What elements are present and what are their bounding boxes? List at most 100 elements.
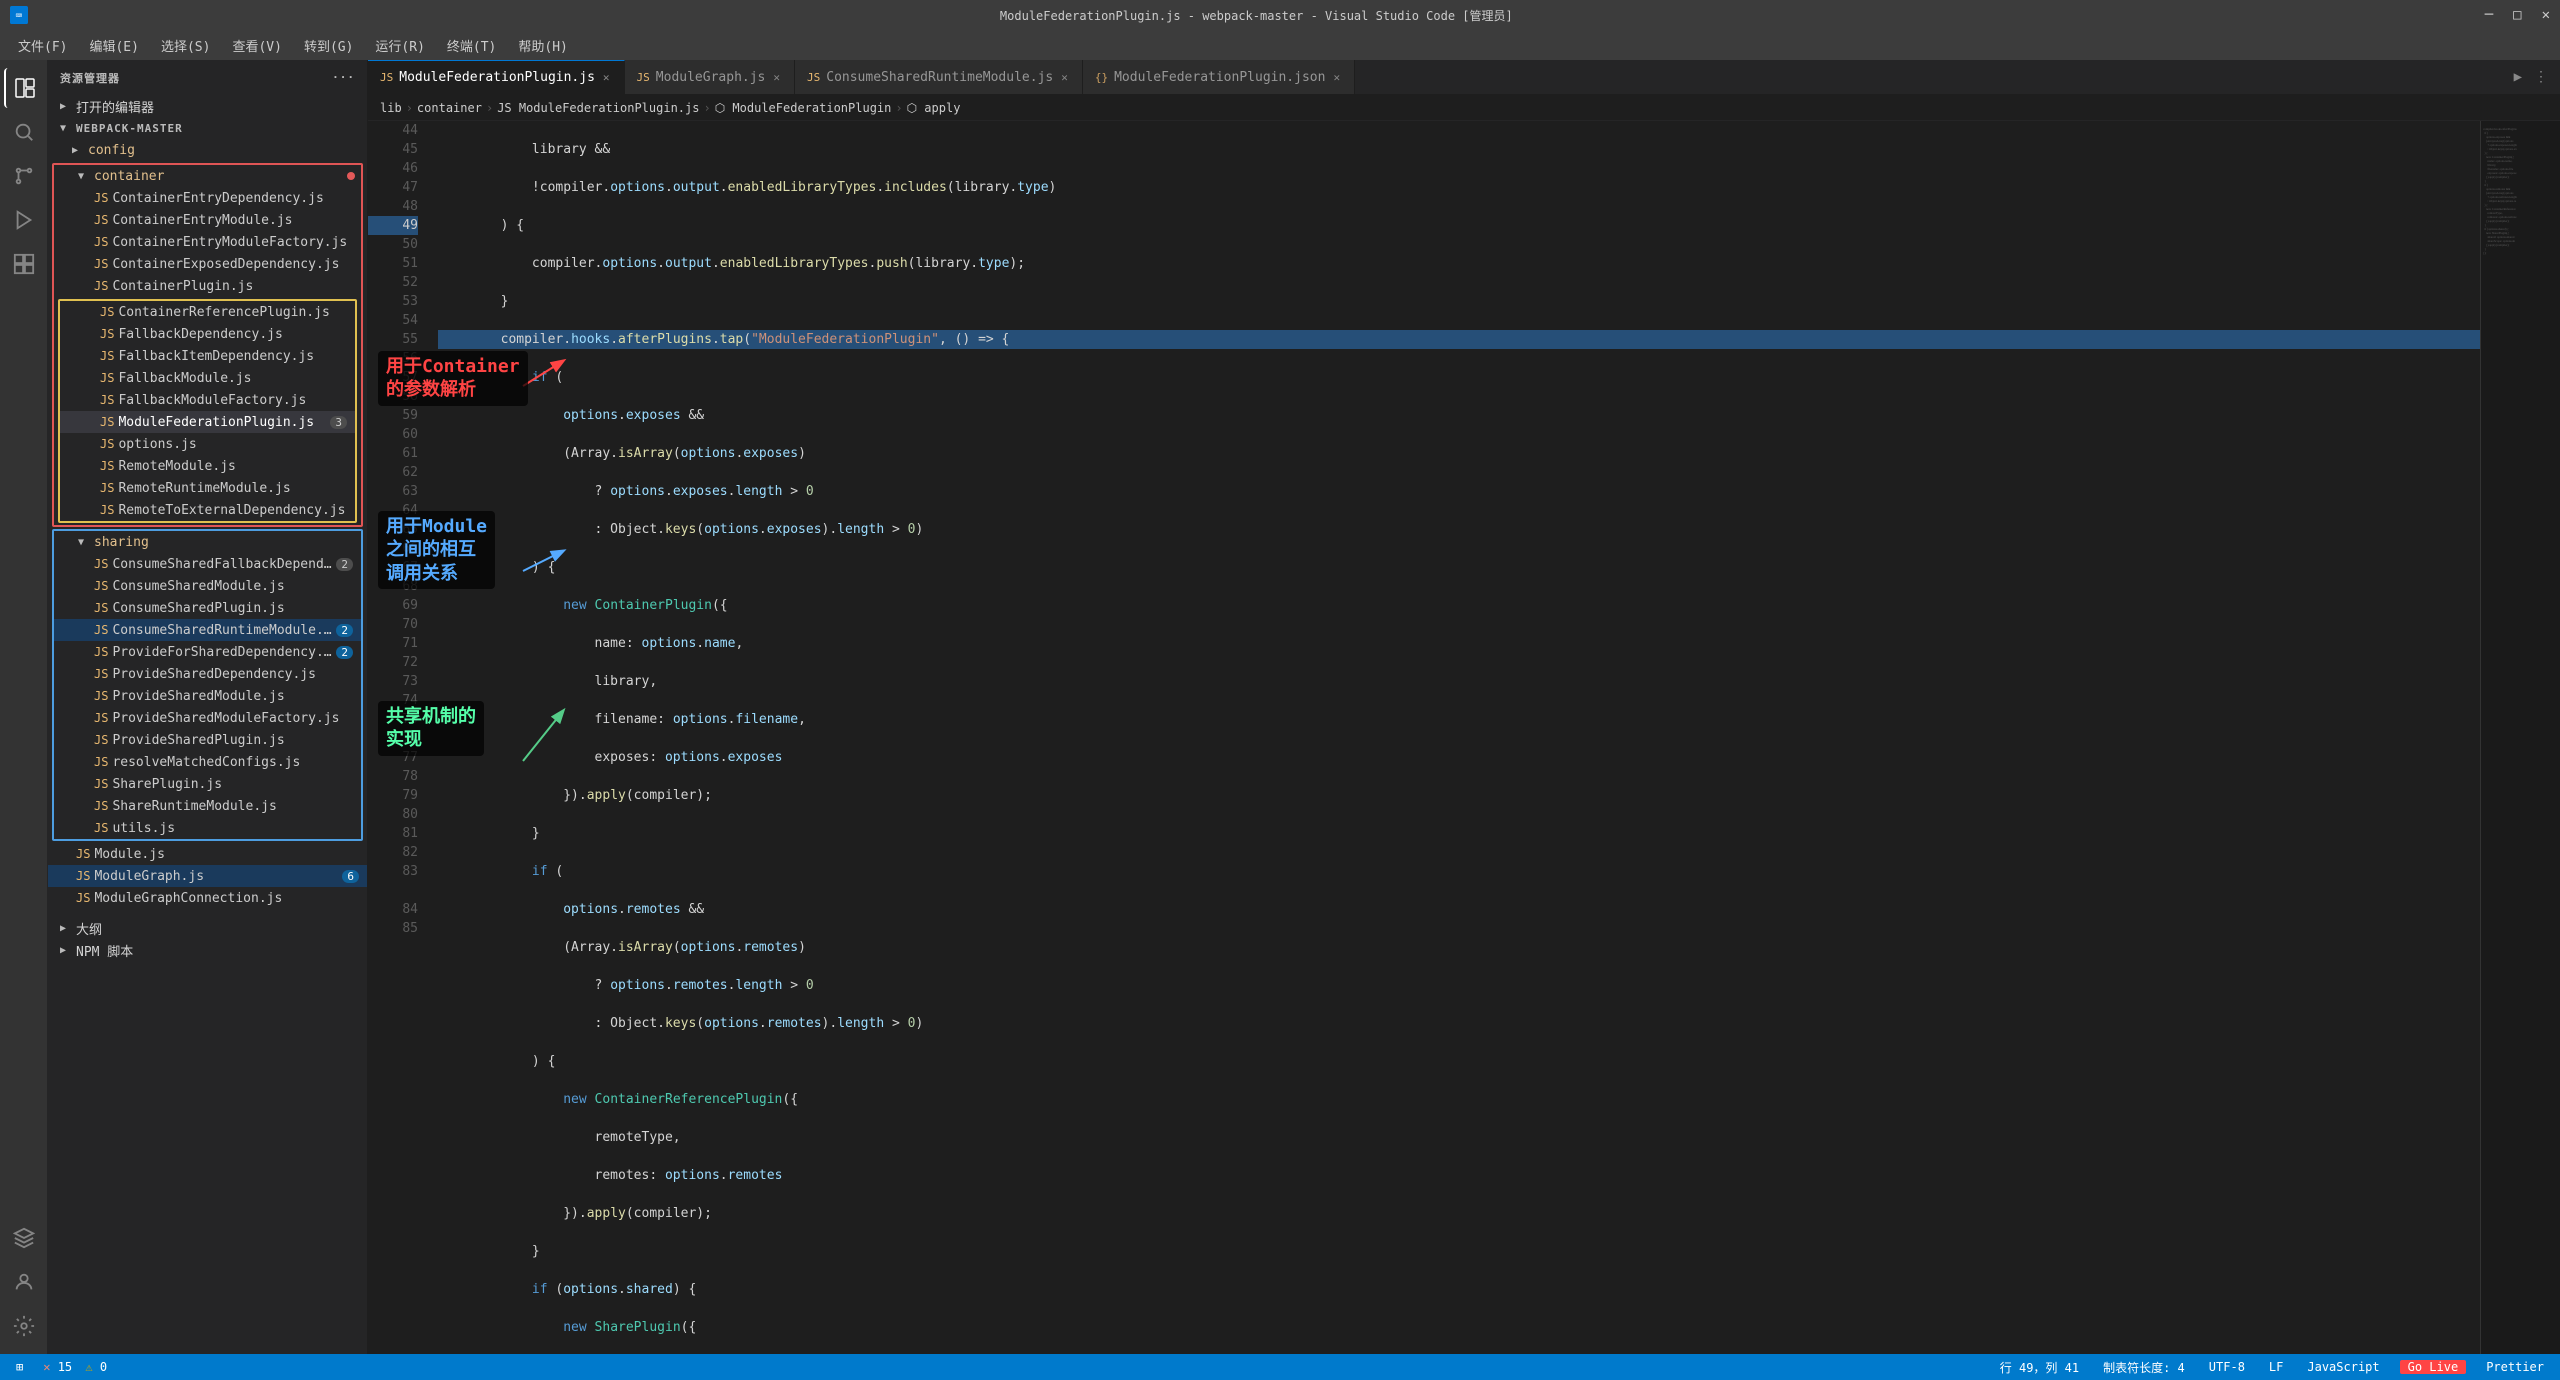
activity-remote[interactable] [4,1218,44,1258]
activity-extensions[interactable] [4,244,44,284]
sidebar-item-config[interactable]: ▶ config [48,139,367,161]
sidebar-item-outline[interactable]: ▶ 大纲 [48,917,367,939]
sidebar-file-RemoteModule[interactable]: JS RemoteModule.js [60,455,355,477]
statusbar-language[interactable]: JavaScript [2303,1360,2383,1374]
breadcrumb-method[interactable]: ⬡ apply [907,101,961,115]
sidebar-item-open-editors[interactable]: ▶ 打开的编辑器 [48,95,367,117]
sidebar-file-ConsumeSharedFallback[interactable]: JS ConsumeSharedFallbackDependency.js 2 [54,553,361,575]
tab-close-button[interactable]: ✕ [601,69,612,86]
menu-file[interactable]: 文件(F) [8,32,77,59]
sidebar-file-SharePlugin[interactable]: JS SharePlugin.js [54,773,361,795]
sidebar-file-ProvideSharedDependency[interactable]: JS ProvideSharedDependency.js [54,663,361,685]
js-icon: JS [637,71,650,84]
titlebar-controls[interactable]: ─ □ ✕ [2485,7,2550,23]
sidebar-file-ModuleGraphConnection[interactable]: JS ModuleGraphConnection.js [48,887,367,909]
code-editor: 4445464748 49 5051525354 5556575859 6061… [368,121,2560,1354]
sidebar-item-container[interactable]: ▼ container [54,165,361,187]
breadcrumb-container[interactable]: container [417,101,482,115]
sidebar-file-RemoteToExternalDependency[interactable]: JS RemoteToExternalDependency.js [60,499,355,521]
statusbar-position[interactable]: 行 49，列 41 [1996,1359,2083,1376]
menu-help[interactable]: 帮助(H) [508,32,577,59]
statusbar-errors[interactable]: ✕ 15 ⚠ 0 [39,1360,111,1374]
tab-ConsumeSharedRuntime[interactable]: JS ConsumeSharedRuntimeModule.js ✕ [795,60,1083,95]
code-content[interactable]: library && !compiler.options.output.enab… [428,121,2480,1354]
breadcrumb-file[interactable]: JS ModuleFederationPlugin.js [497,101,699,115]
sidebar-file-RemoteRuntimeModule[interactable]: JS RemoteRuntimeModule.js [60,477,355,499]
menu-run[interactable]: 运行(R) [365,32,434,59]
activity-accounts[interactable] [4,1262,44,1302]
menu-terminal[interactable]: 终端(T) [437,32,506,59]
vscode-logo-icon: ⌨ [10,6,28,24]
sidebar-file-ContainerEntryModule[interactable]: JS ContainerEntryModule.js [54,209,361,231]
sidebar-file-ContainerEntryModuleFactory[interactable]: JS ContainerEntryModuleFactory.js [54,231,361,253]
statusbar-golive[interactable]: Go Live [2400,1360,2467,1374]
sidebar-item-sharing[interactable]: ▼ sharing [54,531,361,553]
sidebar-file-ContainerReferencePlugin[interactable]: JS ContainerReferencePlugin.js [60,301,355,323]
activity-settings[interactable] [4,1306,44,1346]
sidebar-file-ProvideSharedPlugin[interactable]: JS ProvideSharedPlugin.js [54,729,361,751]
statusbar-remote[interactable]: ⊞ [12,1360,27,1374]
activity-source-control[interactable] [4,156,44,196]
js-file-icon: JS [100,305,114,319]
activity-search[interactable] [4,112,44,152]
file-label: FallbackItemDependency.js [118,349,314,364]
run-button[interactable]: ▶ [2510,65,2526,89]
sidebar-file-FallbackModuleFactory[interactable]: JS FallbackModuleFactory.js [60,389,355,411]
sidebar-file-utils[interactable]: JS utils.js [54,817,361,839]
js-file-icon: JS [94,689,108,703]
minimize-button[interactable]: ─ [2485,7,2493,23]
sidebar-file-ConsumeSharedModule[interactable]: JS ConsumeSharedModule.js [54,575,361,597]
sidebar-file-ConsumeSharedRuntime[interactable]: JS ConsumeSharedRuntimeModule.js 2 [54,619,361,641]
sidebar-file-FallbackModule[interactable]: JS FallbackModule.js [60,367,355,389]
sidebar-file-ProvideSharedModuleFactory[interactable]: JS ProvideSharedModuleFactory.js [54,707,361,729]
tab-close-button[interactable]: ✕ [771,69,782,86]
minimap[interactable]: compiler.hooks.afterPlugins if ( options… [2480,121,2560,1354]
sidebar-file-ConsumeSharedPlugin[interactable]: JS ConsumeSharedPlugin.js [54,597,361,619]
sidebar-file-ContainerPlugin[interactable]: JS ContainerPlugin.js [54,275,361,297]
sidebar-file-FallbackDependency[interactable]: JS FallbackDependency.js [60,323,355,345]
tab-close-button[interactable]: ✕ [1059,69,1070,86]
sidebar-file-Module[interactable]: JS Module.js [48,843,367,865]
tab-ModuleGraph[interactable]: JS ModuleGraph.js ✕ [625,60,795,95]
file-label: Module.js [94,847,164,862]
sidebar-more-icon[interactable]: ··· [332,71,355,84]
menu-goto[interactable]: 转到(G) [294,32,363,59]
sidebar-file-FallbackItemDependency[interactable]: JS FallbackItemDependency.js [60,345,355,367]
statusbar-encoding[interactable]: UTF-8 [2205,1360,2249,1374]
js-file-icon: JS [94,645,108,659]
statusbar-line-ending[interactable]: LF [2265,1360,2287,1374]
tab-ModuleFederationPluginJson[interactable]: {} ModuleFederationPlugin.json ✕ [1083,60,1355,95]
close-button[interactable]: ✕ [2542,7,2550,23]
activity-debug[interactable] [4,200,44,240]
sidebar-item-npm-scripts[interactable]: ▶ NPM 脚本 [48,939,367,961]
breadcrumb-sep: › [703,101,710,115]
breadcrumb-class[interactable]: ⬡ ModuleFederationPlugin [715,101,892,115]
split-editor-button[interactable]: ⋮ [2530,65,2552,89]
statusbar-left: ⊞ ✕ 15 ⚠ 0 [12,1360,111,1374]
tab-close-button[interactable]: ✕ [1331,69,1342,86]
sidebar-item-webpack-master[interactable]: ▼ WEBPACK-MASTER [48,117,367,139]
sidebar-file-resolveMatchedConfigs[interactable]: JS resolveMatchedConfigs.js [54,751,361,773]
statusbar-prettier[interactable]: Prettier [2482,1360,2548,1374]
sidebar-title: 资源管理器 [60,70,120,86]
sidebar-file-ProvideSharedModule[interactable]: JS ProvideSharedModule.js [54,685,361,707]
config-folder-label: config [88,143,135,158]
sidebar-file-ModuleFederationPlugin[interactable]: JS ModuleFederationPlugin.js 3 [60,411,355,433]
sidebar-file-ContainerExposedDependency[interactable]: JS ContainerExposedDependency.js [54,253,361,275]
activity-bar [0,60,48,1354]
activity-explorer[interactable] [4,68,44,108]
sidebar-file-ShareRuntimeModule[interactable]: JS ShareRuntimeModule.js [54,795,361,817]
file-label: ProvideForSharedDependency.js [112,645,336,660]
js-file-icon: JS [94,799,108,813]
statusbar-indent[interactable]: 制表符长度: 4 [2099,1359,2189,1376]
menu-select[interactable]: 选择(S) [151,32,220,59]
sidebar-file-ProvideForShared[interactable]: JS ProvideForSharedDependency.js 2 [54,641,361,663]
tab-ModuleFederationPlugin[interactable]: JS ModuleFederationPlugin.js ✕ [368,60,625,95]
sidebar-file-ContainerEntryDependency[interactable]: JS ContainerEntryDependency.js [54,187,361,209]
menu-edit[interactable]: 编辑(E) [79,32,148,59]
sidebar-file-ModuleGraph[interactable]: JS ModuleGraph.js 6 [48,865,367,887]
menu-view[interactable]: 查看(V) [222,32,291,59]
maximize-button[interactable]: □ [2513,7,2521,23]
sidebar-file-options[interactable]: JS options.js [60,433,355,455]
breadcrumb-lib[interactable]: lib [380,101,402,115]
